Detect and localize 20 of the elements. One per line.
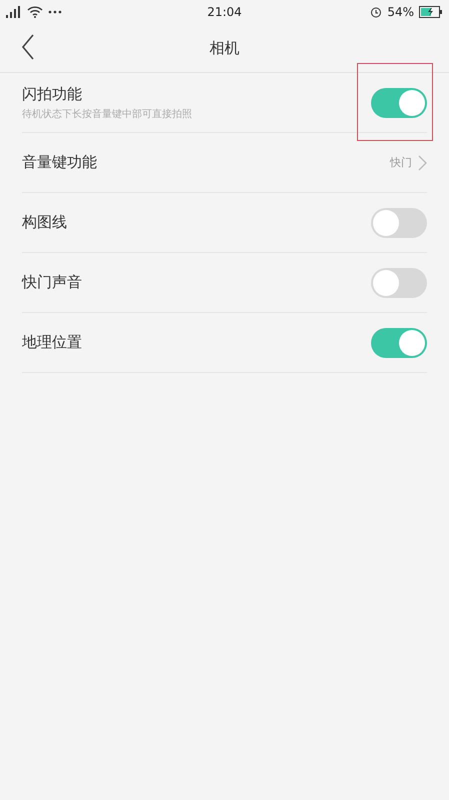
chevron-right-icon bbox=[418, 154, 427, 170]
battery-percent: 54% bbox=[387, 5, 414, 19]
setting-label: 闪拍功能 bbox=[22, 84, 83, 104]
setting-label: 音量键功能 bbox=[22, 153, 97, 172]
page-title: 相机 bbox=[210, 38, 240, 58]
value-link[interactable]: 快门 bbox=[390, 154, 427, 170]
battery-charging-icon bbox=[419, 6, 443, 18]
setting-label: 构图线 bbox=[22, 213, 67, 232]
setting-label: 快门声音 bbox=[22, 273, 82, 292]
toggle-switch[interactable] bbox=[371, 88, 427, 118]
signal-icon bbox=[6, 6, 22, 18]
alarm-icon bbox=[370, 6, 382, 18]
toggle-switch[interactable] bbox=[371, 328, 427, 358]
setting-label: 地理位置 bbox=[22, 333, 82, 352]
setting-description: 待机状态下长按音量键中部可直接拍照 bbox=[22, 108, 192, 120]
wifi-icon bbox=[27, 6, 43, 18]
more-icon bbox=[48, 10, 62, 14]
status-time: 21:04 bbox=[207, 5, 242, 19]
toggle-switch[interactable] bbox=[371, 268, 427, 298]
toggle-switch[interactable] bbox=[371, 208, 427, 238]
